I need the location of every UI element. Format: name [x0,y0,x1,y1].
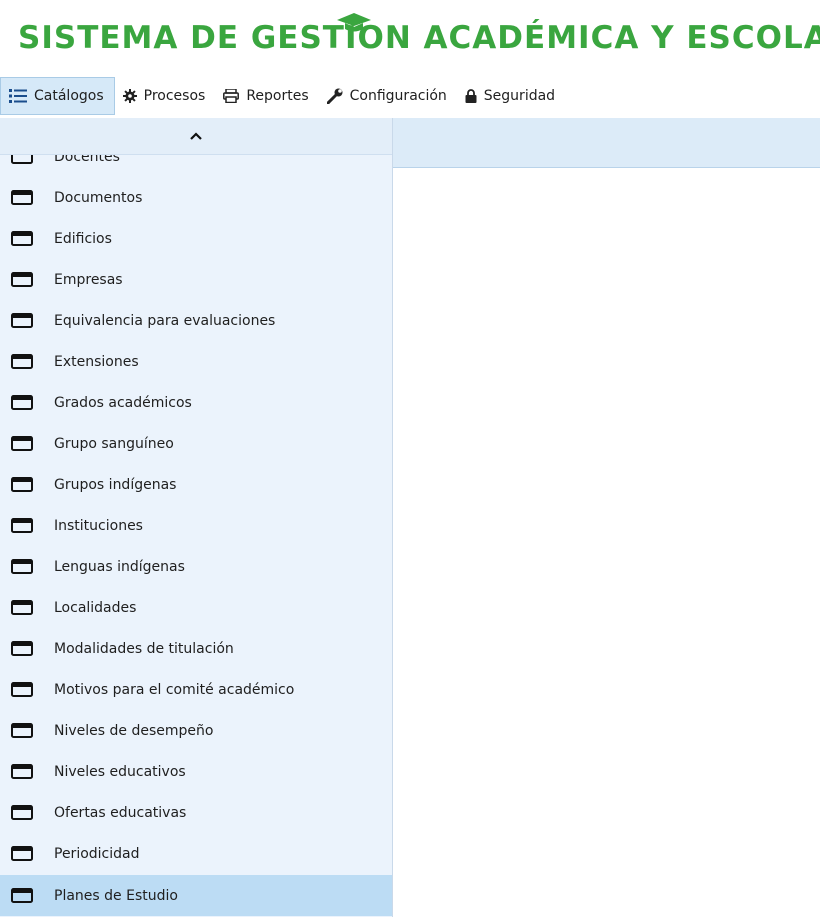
printer-icon [223,89,240,103]
dropdown-item-grupo-sanguineo[interactable]: Grupo sanguíneo [0,423,392,464]
item-label: Instituciones [54,517,143,534]
menu-label: Seguridad [483,88,556,104]
item-label: Equivalencia para evaluaciones [54,312,276,329]
menu-reportes[interactable]: Reportes [215,77,318,115]
catalogos-dropdown: Docentes Documentos Edificios Empresas E… [0,118,393,917]
window-icon [11,190,33,205]
menu-label: Reportes [246,88,309,104]
menu-label: Procesos [143,88,206,104]
app-header: SISTEMA DE GESTION ACADÉMICA Y ESCOLAR [0,0,820,72]
window-icon [11,272,33,287]
menubar: Catálogos Procesos Reportes Configuració… [0,76,820,116]
menu-label: Configuración [349,88,447,104]
menu-seguridad[interactable]: Seguridad [457,77,565,115]
item-label: Motivos para el comité académico [54,681,295,698]
window-icon [11,846,33,861]
window-icon [11,888,33,903]
item-label: Extensiones [54,353,139,370]
dropdown-item-documentos[interactable]: Documentos [0,177,392,218]
window-icon [11,559,33,574]
dropdown-item-ofertas-educativas[interactable]: Ofertas educativas [0,792,392,833]
dropdown-item-extensiones[interactable]: Extensiones [0,341,392,382]
app-title: SISTEMA DE GESTION ACADÉMICA Y ESCOLAR [18,20,820,56]
window-icon [11,395,33,410]
dropdown-item-niveles-desempeno[interactable]: Niveles de desempeño [0,710,392,751]
item-label: Modalidades de titulación [54,640,234,657]
item-label: Documentos [54,189,143,206]
dropdown-item-motivos-comite[interactable]: Motivos para el comité académico [0,669,392,710]
window-icon [11,723,33,738]
dropdown-item-localidades[interactable]: Localidades [0,587,392,628]
gear-icon [122,89,137,103]
window-icon [11,477,33,492]
list-icon [9,89,27,103]
wrench-icon [326,88,343,104]
dropdown-item-lenguas-indigenas[interactable]: Lenguas indígenas [0,546,392,587]
window-icon [11,231,33,246]
item-label: Grados académicos [54,394,192,411]
chevron-up-icon [190,132,202,140]
menu-configuracion[interactable]: Configuración [319,77,457,115]
graduation-cap-icon [337,13,371,32]
dropdown-item-grupos-indigenas[interactable]: Grupos indígenas [0,464,392,505]
scroll-up-button[interactable] [0,118,392,155]
item-label: Edificios [54,230,112,247]
item-label: Grupos indígenas [54,476,177,493]
lock-icon [465,89,477,103]
dropdown-item-niveles-educativos[interactable]: Niveles educativos [0,751,392,792]
window-icon [11,436,33,451]
window-icon [11,641,33,656]
item-label: Periodicidad [54,845,140,862]
dropdown-item-edificios[interactable]: Edificios [0,218,392,259]
window-icon [11,600,33,615]
item-label: Ofertas educativas [54,804,187,821]
menu-catalogos[interactable]: Catálogos [0,77,115,115]
menu-label: Catálogos [34,88,104,104]
item-label: Niveles de desempeño [54,722,214,739]
item-label: Grupo sanguíneo [54,435,174,452]
item-label: Lenguas indígenas [54,558,185,575]
window-icon [11,313,33,328]
dropdown-item-instituciones[interactable]: Instituciones [0,505,392,546]
dropdown-item-modalidades-titulacion[interactable]: Modalidades de titulación [0,628,392,669]
window-icon [11,354,33,369]
dropdown-item-periodicidad[interactable]: Periodicidad [0,833,392,874]
dropdown-item-equivalencia[interactable]: Equivalencia para evaluaciones [0,300,392,341]
dropdown-item-empresas[interactable]: Empresas [0,259,392,300]
window-icon [11,764,33,779]
item-label: Niveles educativos [54,763,186,780]
dropdown-item-grados-academicos[interactable]: Grados académicos [0,382,392,423]
window-icon [11,682,33,697]
item-label: Planes de Estudio [54,887,178,904]
window-icon [11,805,33,820]
window-icon [11,518,33,533]
menu-procesos[interactable]: Procesos [115,77,216,115]
content-toolbar [392,118,820,168]
item-label: Localidades [54,599,137,616]
item-label: Empresas [54,271,123,288]
dropdown-item-planes-estudio[interactable]: Planes de Estudio [0,875,392,916]
